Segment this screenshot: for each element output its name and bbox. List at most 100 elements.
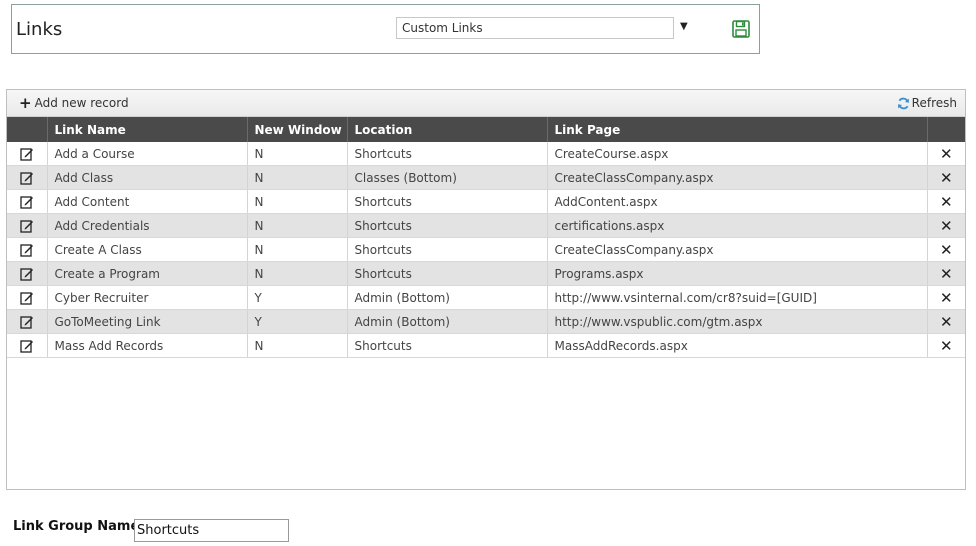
edit-cell[interactable] [7, 189, 48, 214]
dropdown-arrow-icon[interactable]: ▼ [680, 21, 688, 32]
table-row: GoToMeeting Link Y Admin (Bottom) http://ww… [7, 309, 965, 334]
links-grid: + Add new record Refresh Link Name New W… [6, 89, 966, 490]
new-window-cell: N [247, 189, 348, 214]
link-name-cell: Create A Class [47, 237, 248, 262]
edit-icon[interactable] [20, 243, 34, 257]
new-window-cell: N [247, 333, 348, 358]
delete-cell[interactable]: ✕ [927, 142, 965, 166]
new-window-cell: N [247, 261, 348, 286]
link-page-cell: CreateCourse.aspx [547, 142, 928, 166]
edit-icon[interactable] [20, 219, 34, 233]
add-new-record-button[interactable]: + Add new record [19, 94, 129, 112]
link-name-cell: Mass Add Records [47, 333, 248, 358]
edit-cell[interactable] [7, 165, 48, 190]
edit-icon[interactable] [20, 267, 34, 281]
column-header-new-window[interactable]: New Window [247, 117, 348, 142]
delete-icon[interactable]: ✕ [940, 241, 953, 259]
edit-cell[interactable] [7, 333, 48, 358]
delete-cell[interactable]: ✕ [927, 165, 965, 190]
link-group-select[interactable]: Custom Links [396, 17, 674, 39]
link-page-cell: http://www.vspublic.com/gtm.aspx [547, 309, 928, 334]
column-header-link-page[interactable]: Link Page [547, 117, 928, 142]
column-header-location[interactable]: Location [347, 117, 548, 142]
edit-icon[interactable] [20, 195, 34, 209]
grid-toolbar: + Add new record Refresh [7, 90, 965, 117]
table-row: Add a Course N Shortcuts CreateCourse.aspx ✕ [7, 142, 965, 166]
link-name-cell: Add Class [47, 165, 248, 190]
new-window-cell: N [247, 165, 348, 190]
delete-icon[interactable]: ✕ [940, 337, 953, 355]
table-row: Mass Add Records N Shortcuts MassAddRecords… [7, 333, 965, 358]
link-page-cell: CreateClassCompany.aspx [547, 237, 928, 262]
link-name-cell: Cyber Recruiter [47, 285, 248, 310]
location-cell: Admin (Bottom) [347, 309, 548, 334]
link-name-cell: Add a Course [47, 142, 248, 166]
table-row: Create A Class N Shortcuts CreateClassCompa… [7, 237, 965, 262]
location-cell: Admin (Bottom) [347, 285, 548, 310]
delete-icon[interactable]: ✕ [940, 289, 953, 307]
new-window-cell: N [247, 213, 348, 238]
save-icon[interactable] [732, 20, 750, 38]
plus-icon: + [19, 94, 32, 112]
column-header-link-name[interactable]: Link Name [47, 117, 248, 142]
link-page-cell: Programs.aspx [547, 261, 928, 286]
edit-cell[interactable] [7, 237, 48, 262]
links-table: Link Name New Window Location Link Page … [7, 117, 965, 358]
link-group-name-input[interactable] [134, 519, 289, 542]
location-cell: Shortcuts [347, 261, 548, 286]
add-new-record-label: Add new record [34, 96, 129, 110]
edit-icon[interactable] [20, 315, 34, 329]
edit-cell[interactable] [7, 213, 48, 238]
new-window-cell: Y [247, 285, 348, 310]
delete-icon[interactable]: ✕ [940, 217, 953, 235]
link-name-cell: Add Credentials [47, 213, 248, 238]
link-page-cell: certifications.aspx [547, 213, 928, 238]
delete-cell[interactable]: ✕ [927, 213, 965, 238]
table-header-row: Link Name New Window Location Link Page [7, 117, 965, 142]
link-page-cell: AddContent.aspx [547, 189, 928, 214]
table-row: Create a Program N Shortcuts Programs.aspx ✕ [7, 261, 965, 286]
links-header-panel: Links Custom Links ▼ [11, 4, 760, 54]
edit-icon[interactable] [20, 291, 34, 305]
refresh-label: Refresh [911, 96, 957, 110]
edit-cell[interactable] [7, 261, 48, 286]
delete-cell[interactable]: ✕ [927, 285, 965, 310]
link-page-cell: http://www.vsinternal.com/cr8?suid=[GUID… [547, 285, 928, 310]
delete-cell[interactable]: ✕ [927, 333, 965, 358]
edit-icon[interactable] [20, 147, 34, 161]
delete-icon[interactable]: ✕ [940, 169, 953, 187]
delete-cell[interactable]: ✕ [927, 189, 965, 214]
page-title: Links [16, 19, 63, 40]
delete-icon[interactable]: ✕ [940, 193, 953, 211]
refresh-icon [897, 97, 909, 109]
location-cell: Shortcuts [347, 333, 548, 358]
column-header-edit [7, 117, 48, 142]
location-cell: Shortcuts [347, 189, 548, 214]
link-page-cell: MassAddRecords.aspx [547, 333, 928, 358]
link-group-name-label: Link Group Name [13, 519, 140, 534]
location-cell: Shortcuts [347, 213, 548, 238]
edit-icon[interactable] [20, 171, 34, 185]
refresh-button[interactable]: Refresh [897, 96, 957, 110]
edit-cell[interactable] [7, 142, 48, 166]
delete-icon[interactable]: ✕ [940, 265, 953, 283]
delete-cell[interactable]: ✕ [927, 237, 965, 262]
table-row: Add Content N Shortcuts AddContent.aspx ✕ [7, 189, 965, 214]
edit-icon[interactable] [20, 339, 34, 353]
table-row: Cyber Recruiter Y Admin (Bottom) http://www… [7, 285, 965, 310]
edit-cell[interactable] [7, 285, 48, 310]
link-page-cell: CreateClassCompany.aspx [547, 165, 928, 190]
location-cell: Shortcuts [347, 142, 548, 166]
edit-cell[interactable] [7, 309, 48, 334]
column-header-delete [927, 117, 965, 142]
table-row: Add Class N Classes (Bottom) CreateClassCom… [7, 165, 965, 190]
new-window-cell: N [247, 142, 348, 166]
link-name-cell: Add Content [47, 189, 248, 214]
delete-icon[interactable]: ✕ [940, 145, 953, 163]
table-row: Add Credentials N Shortcuts certifications.… [7, 213, 965, 238]
delete-cell[interactable]: ✕ [927, 309, 965, 334]
delete-icon[interactable]: ✕ [940, 313, 953, 331]
link-name-cell: Create a Program [47, 261, 248, 286]
delete-cell[interactable]: ✕ [927, 261, 965, 286]
new-window-cell: Y [247, 309, 348, 334]
